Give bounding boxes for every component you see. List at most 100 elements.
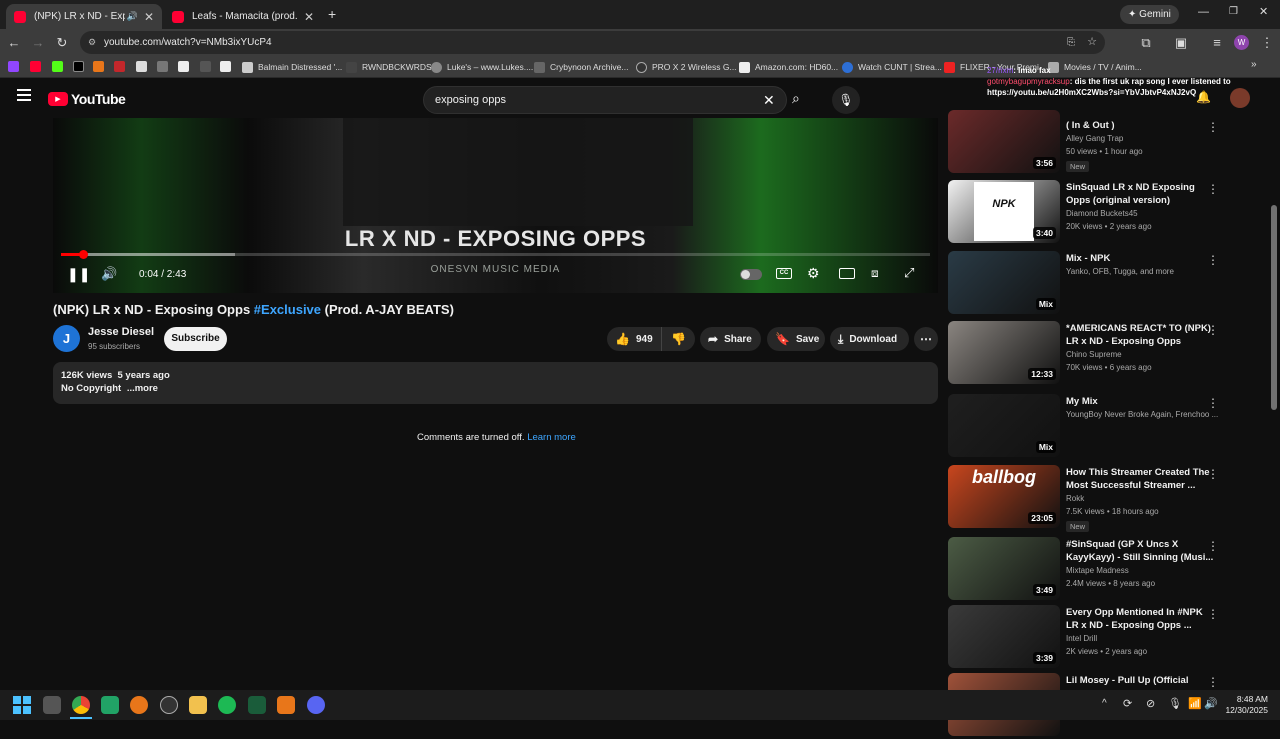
recommendation-card[interactable]: 12:33 *AMERICANS REACT* TO (NPK) LR x ND … [948,321,1268,387]
share-button[interactable]: ➦ Share [700,327,761,351]
wifi-icon[interactable]: 📶 [1188,697,1202,710]
bookmark-item[interactable]: Amazon.com: HD60... [739,59,838,75]
video-thumbnail[interactable]: 3:56 [948,110,1060,173]
bookmark-item[interactable]: Crybynoon Archive... [534,59,628,75]
app-taskbar-icon[interactable] [160,696,178,714]
recommendation-title[interactable]: How This Streamer Created The Most Succe… [1066,466,1216,492]
twitch-bookmark-icon[interactable] [8,61,19,72]
tab-inactive[interactable]: Leafs - Mamacita (prod. Ramik ✕ [164,4,322,29]
description-box[interactable]: 126K views 5 years ago No Copyright ...m… [53,362,938,404]
tab-active[interactable]: (NPK) LR x ND - Exposing O 🔊 ✕ [6,4,162,29]
recommendation-title[interactable]: ( In & Out ) [1066,119,1216,132]
side-panel-icon[interactable]: ▣ [1171,33,1191,53]
recommendation-title[interactable]: *AMERICANS REACT* TO (NPK) LR x ND - Exp… [1066,322,1216,348]
system-tray-icon[interactable]: ⟳ [1123,697,1132,710]
pause-icon[interactable]: ❚❚ [67,266,90,283]
task-view-icon[interactable] [43,696,61,714]
captions-icon[interactable]: CC [776,268,792,279]
minimize-icon[interactable]: — [1198,6,1209,18]
kick-bookmark-icon[interactable] [52,61,63,72]
volume-icon[interactable]: 🔊 [101,266,117,282]
save-button[interactable]: 🔖 Save [767,327,825,351]
search-input[interactable]: exposing opps ✕ [423,86,787,114]
discord-icon[interactable] [307,696,325,714]
channel-avatar[interactable]: J [53,325,80,352]
new-tab-icon[interactable]: + [328,6,336,22]
more-options-icon[interactable]: ⋮ [1207,120,1219,134]
restore-icon[interactable]: ❐ [1229,6,1238,17]
more-options-icon[interactable]: ⋮ [1207,182,1219,196]
channel-name[interactable]: Alley Gang Trap [1066,134,1123,143]
recommendation-card[interactable]: 3:49 #SinSquad (GP X Uncs X KayyKayy) - S… [948,537,1268,603]
bookmark-item[interactable]: Luke's – www.Lukes.... [431,59,533,75]
recommendation-card[interactable]: NPK 3:40 SinSquad LR x ND Exposing Opps (o… [948,180,1268,246]
progress-bar[interactable] [61,250,930,259]
more-actions-icon[interactable]: ⋯ [914,327,938,351]
recommendation-title[interactable]: #SinSquad (GP X Uncs X KayyKayy) - Still… [1066,538,1216,564]
recommendation-card[interactable]: 3:39 Every Opp Mentioned In #NPK LR x ND … [948,605,1268,671]
chrome-menu-icon[interactable]: ⋮ [1257,33,1277,53]
page-scrollbar[interactable] [1271,205,1277,410]
speaker-icon[interactable]: 🔊 [1204,697,1218,710]
channel-name[interactable]: Jesse Diesel [88,326,154,338]
chrome-taskbar-icon[interactable] [72,696,90,714]
bookmark-icon[interactable] [220,61,231,72]
recommendation-card[interactable]: 3:56 ( In & Out ) Alley Gang Trap 50 views … [948,110,1268,184]
more-options-icon[interactable]: ⋮ [1207,467,1219,481]
profile-avatar[interactable]: W [1234,35,1249,50]
autoplay-toggle[interactable] [740,269,762,280]
bookmark-star-icon[interactable]: ☆ [1087,31,1097,54]
channel-name[interactable]: YoungBoy Never Broke Again, Frenchoo ... [1066,410,1218,419]
video-thumbnail[interactable]: 3:49 [948,537,1060,600]
gemini-button[interactable]: ✦ Gemini [1120,5,1179,24]
video-thumbnail[interactable]: 3:39 [948,605,1060,668]
forward-icon[interactable]: → [28,33,48,53]
excel-icon[interactable] [248,696,266,714]
search-icon[interactable]: ⌕ [792,90,800,107]
bookmark-item[interactable]: PRO X 2 Wireless G... [636,59,737,75]
url-bar[interactable]: ⚙ youtube.com/watch?v=NMb3ixYUcP4 ⎘ ☆ [80,31,1105,54]
file-explorer-icon[interactable] [189,696,207,714]
channel-name[interactable]: Mixtape Madness [1066,566,1129,575]
bookmark-item[interactable]: Watch CUNT | Strea... [842,59,942,75]
subscribe-button[interactable]: Subscribe [164,327,227,351]
more-options-icon[interactable]: ⋮ [1207,675,1219,689]
bookmark-item[interactable]: RWNDBCKWRDS [346,59,432,75]
settings-gear-icon[interactable]: ⚙ [807,265,820,282]
miniplayer-icon[interactable] [839,268,855,279]
bookmark-icon[interactable] [200,61,211,72]
bookmark-icon[interactable] [136,61,147,72]
install-app-icon[interactable]: ⎘ [1067,31,1075,54]
progress-scrubber[interactable] [78,250,88,259]
recommendation-title[interactable]: SinSquad LR x ND Exposing Opps (original… [1066,181,1216,207]
recommendation-card[interactable]: Mix Mix - NPK Yanko, OFB, Tugga, and more ⋮ [948,251,1268,317]
x-bookmark-icon[interactable] [73,61,84,72]
recommendation-card[interactable]: Mix My Mix YoungBoy Never Broke Again, Fre… [948,394,1268,460]
recommendation-card[interactable]: ballbog 23:05 How This Streamer Created Th… [948,465,1268,532]
app-taskbar-icon[interactable] [101,696,119,714]
channel-name[interactable]: Rokk [1066,494,1084,503]
bookmark-item[interactable]: Balmain Distressed '... [242,59,342,75]
recommendation-title[interactable]: My Mix [1066,395,1216,408]
youtube-bookmark-icon[interactable] [30,61,41,72]
video-thumbnail[interactable]: NPK 3:40 [948,180,1060,243]
recommendation-title[interactable]: Every Opp Mentioned In #NPK LR x ND - Ex… [1066,606,1216,632]
download-button[interactable]: ⤓ Download [830,327,909,351]
bookmark-icon[interactable] [93,61,104,72]
app-taskbar-icon[interactable] [277,696,295,714]
like-button[interactable]: 👍 949 [607,327,662,351]
clear-search-icon[interactable]: ✕ [763,87,775,113]
more-options-icon[interactable]: ⋮ [1207,323,1219,337]
bookmark-icon[interactable] [114,61,125,72]
spotify-icon[interactable] [218,696,236,714]
more-bookmarks-icon[interactable]: » [1251,59,1257,70]
close-tab-icon[interactable]: ✕ [144,10,154,24]
system-tray-icon[interactable]: ⊘ [1146,697,1155,710]
video-thumbnail[interactable]: 12:33 [948,321,1060,384]
more-options-icon[interactable]: ⋮ [1207,607,1219,621]
channel-name[interactable]: Diamond Buckets45 [1066,209,1138,218]
voice-search-icon[interactable]: 🎙 [832,86,860,114]
channel-name[interactable]: Yanko, OFB, Tugga, and more [1066,267,1174,276]
hashtag-link[interactable]: #Exclusive [254,302,321,317]
media-control-icon[interactable]: ≡ [1207,33,1227,53]
